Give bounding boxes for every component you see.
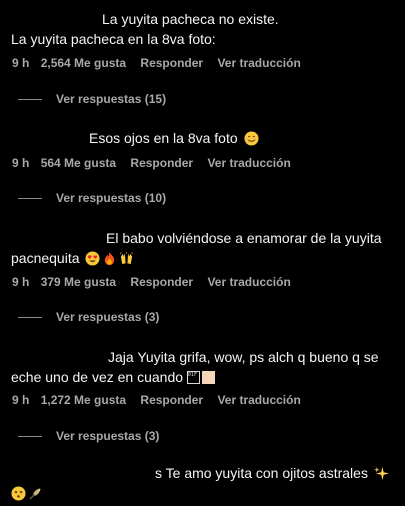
comment-3-text: pacnequita — [11, 250, 80, 266]
timestamp: 9 h — [12, 393, 30, 407]
smiling-face-icon — [244, 131, 259, 146]
replies-divider — [18, 436, 42, 438]
skin-tone-icon — [201, 371, 215, 384]
translate-button[interactable]: Ver traducción — [207, 275, 290, 289]
reply-button[interactable]: Responder — [130, 275, 193, 289]
translate-button[interactable]: Ver traducción — [207, 156, 290, 170]
comment-3-meta: 9 h 379 Me gusta Responder Ver traducció… — [12, 275, 302, 289]
comment-2-line-1: Esos ojos en la 8va foto — [89, 130, 259, 147]
comment-2-meta: 9 h 564 Me gusta Responder Ver traducció… — [12, 156, 302, 170]
translate-button[interactable]: Ver traducción — [217, 393, 300, 407]
view-replies-label: Ver respuestas (3) — [56, 310, 160, 324]
comment-5-line-1: s Te amo yuyita con ojitos astrales — [155, 465, 389, 482]
reply-button[interactable]: Responder — [140, 393, 203, 407]
view-replies-label: Ver respuestas (15) — [56, 92, 167, 106]
timestamp: 9 h — [12, 56, 30, 70]
view-replies-label: Ver respuestas (3) — [56, 429, 160, 443]
comment-4-line-1: Jaja Yuyita grifa, wow, ps alch q bueno … — [108, 349, 379, 365]
view-replies-label: Ver respuestas (10) — [56, 191, 167, 205]
comment-1-meta: 9 h 2,564 Me gusta Responder Ver traducc… — [12, 56, 312, 70]
replies-divider — [18, 317, 42, 319]
timestamp: 9 h — [12, 275, 30, 289]
comment-5-text: s Te amo yuyita con ojitos astrales — [155, 465, 368, 481]
translate-button[interactable]: Ver traducción — [217, 56, 300, 70]
view-replies-button[interactable]: Ver respuestas (3) — [18, 429, 159, 443]
likes-count[interactable]: 1,272 Me gusta — [41, 393, 126, 407]
comment-4-line-2: eche uno de vez en cuando 01F 90C — [11, 369, 215, 386]
timestamp: 9 h — [12, 156, 30, 170]
missing-glyph-icon: 01F 90C — [186, 371, 200, 384]
likes-count[interactable]: 2,564 Me gusta — [41, 56, 126, 70]
comment-3-line-2: pacnequita — [11, 250, 134, 267]
dizzy-face-icon — [11, 486, 26, 501]
heart-eyes-icon — [85, 251, 100, 266]
sparkles-icon — [373, 466, 389, 481]
raised-hands-icon — [120, 251, 134, 265]
comment-2-text: Esos ojos en la 8va foto — [89, 130, 238, 146]
comment-3-line-1: El babo volviéndose a enamorar de la yuy… — [106, 230, 382, 246]
replies-divider — [18, 99, 42, 101]
likes-count[interactable]: 379 Me gusta — [41, 275, 116, 289]
view-replies-button[interactable]: Ver respuestas (10) — [18, 191, 166, 205]
comment-4-meta: 9 h 1,272 Me gusta Responder Ver traducc… — [12, 393, 312, 407]
comment-1-line-1: La yuyita pacheca no existe. — [102, 11, 279, 27]
fire-icon — [105, 251, 115, 266]
reply-button[interactable]: Responder — [140, 56, 203, 70]
likes-count[interactable]: 564 Me gusta — [41, 156, 116, 170]
comment-5-line-2 — [11, 485, 43, 502]
view-replies-button[interactable]: Ver respuestas (3) — [18, 310, 159, 324]
comment-4-text: eche uno de vez en cuando — [11, 369, 184, 385]
reply-button[interactable]: Responder — [130, 156, 193, 170]
herb-icon — [29, 488, 41, 500]
comment-1-line-2: La yuyita pacheca en la 8va foto: — [11, 31, 216, 47]
replies-divider — [18, 198, 42, 200]
view-replies-button[interactable]: Ver respuestas (15) — [18, 92, 166, 106]
